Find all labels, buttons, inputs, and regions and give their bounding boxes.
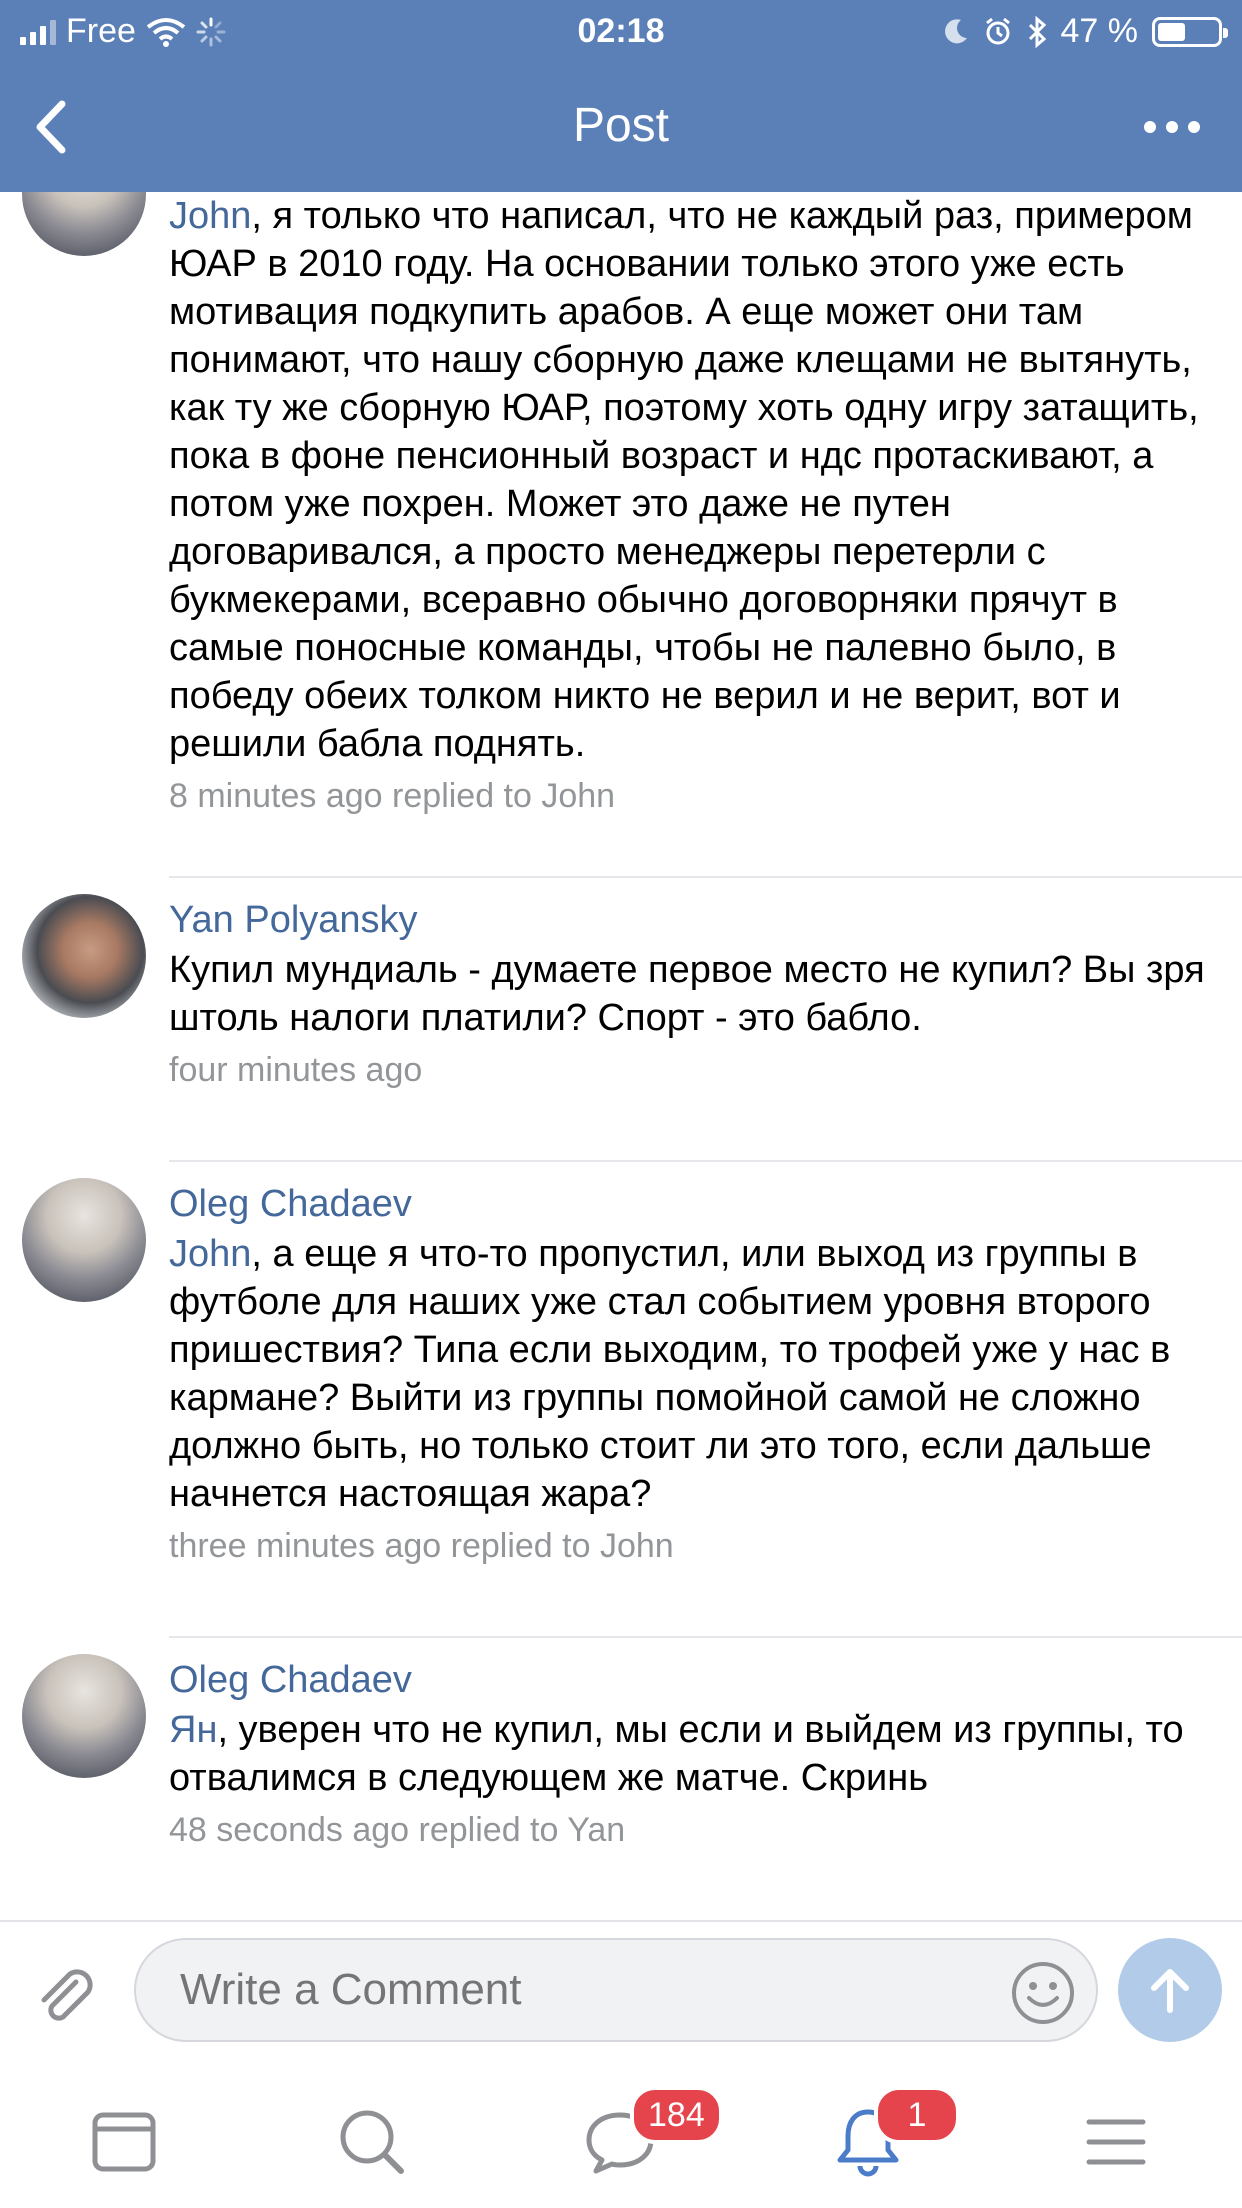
comment-time[interactable]: 8 minutes ago bbox=[169, 777, 383, 815]
emoji-button[interactable] bbox=[1010, 1960, 1076, 2026]
tab-search[interactable] bbox=[322, 2102, 422, 2182]
comment-meta: three minutes ago replied to John bbox=[169, 1522, 1222, 1570]
mention-link[interactable]: John bbox=[169, 195, 251, 237]
attach-button[interactable] bbox=[30, 1960, 100, 2030]
mention-link[interactable]: Ян bbox=[169, 1709, 217, 1751]
tab-bar: 184 1 bbox=[0, 2072, 1242, 2208]
comment-composer bbox=[0, 1922, 1242, 2042]
comment-meta: 8 minutes ago replied to John bbox=[169, 772, 1222, 820]
comment-meta: 48 seconds ago replied to Yan bbox=[169, 1806, 1222, 1854]
smiley-icon bbox=[1012, 1962, 1074, 2024]
comment-reply[interactable]: replied to John bbox=[451, 1527, 674, 1565]
moon-icon bbox=[944, 18, 967, 43]
comment-text: Купил мундиаль - думаете первое место не… bbox=[169, 949, 1205, 1039]
page-title: Post bbox=[572, 99, 670, 152]
comment-body: Oleg Chadaev Ян, уверен что не купил, мы… bbox=[169, 1654, 1222, 1854]
divider bbox=[169, 876, 1242, 878]
comment-author[interactable]: Yan Polyansky bbox=[169, 894, 1222, 946]
avatar[interactable] bbox=[22, 1654, 146, 1778]
comment-time[interactable]: four minutes ago bbox=[169, 1051, 422, 1089]
messages-badge: 184 bbox=[630, 2086, 723, 2144]
divider bbox=[169, 1636, 1242, 1638]
notifications-badge: 1 bbox=[874, 2086, 960, 2144]
avatar[interactable] bbox=[22, 1178, 146, 1302]
arrow-up-icon bbox=[1151, 1969, 1189, 2013]
tab-news[interactable] bbox=[74, 2102, 174, 2182]
battery-fill bbox=[1158, 22, 1185, 41]
avatar[interactable] bbox=[22, 192, 146, 256]
comment-author[interactable]: Oleg Chadaev bbox=[169, 1178, 1222, 1230]
more-dot bbox=[1166, 121, 1178, 133]
comment-text: John, я только что написал, что не кажды… bbox=[169, 195, 1199, 765]
more-dot bbox=[1144, 121, 1156, 133]
comment-body: Yan Polyansky Купил мундиаль - думаете п… bbox=[169, 894, 1222, 1094]
avatar[interactable] bbox=[22, 894, 146, 1018]
alarm-icon bbox=[985, 17, 1010, 44]
comment-reply[interactable]: replied to Yan bbox=[419, 1811, 626, 1849]
comment-reply[interactable]: replied to John bbox=[392, 777, 615, 815]
news-feed-icon bbox=[92, 2112, 156, 2172]
more-dot bbox=[1188, 121, 1200, 133]
mention-link[interactable]: John bbox=[169, 1233, 251, 1275]
status-right: 47 % bbox=[943, 12, 1228, 51]
comment-author[interactable]: Oleg Chadaev bbox=[169, 1654, 1222, 1706]
battery-icon bbox=[1152, 16, 1228, 47]
paperclip-icon bbox=[41, 1969, 93, 2021]
comment-text: Ян, уверен что не купил, мы если и выйде… bbox=[169, 1709, 1184, 1799]
tab-menu[interactable] bbox=[1066, 2102, 1166, 2182]
battery-percent: 47 % bbox=[1060, 12, 1139, 50]
comment-input[interactable] bbox=[134, 1938, 1098, 2042]
comment-text: John, а еще я что-то пропустил, или выхо… bbox=[169, 1233, 1171, 1515]
comment-body: John, я только что написал, что не кажды… bbox=[169, 192, 1222, 820]
bluetooth-icon bbox=[1028, 15, 1046, 48]
comment-body: Oleg Chadaev John, а еще я что-то пропус… bbox=[169, 1178, 1222, 1570]
comments-list: John, я только что написал, что не кажды… bbox=[0, 192, 1242, 1920]
nav-bar: Post bbox=[0, 62, 1242, 192]
send-button[interactable] bbox=[1118, 1938, 1222, 2042]
search-icon bbox=[340, 2110, 404, 2174]
hamburger-menu-icon bbox=[1086, 2119, 1146, 2165]
comment-time[interactable]: three minutes ago bbox=[169, 1527, 441, 1565]
more-button[interactable] bbox=[1132, 102, 1212, 152]
divider bbox=[169, 1160, 1242, 1162]
comment-meta: four minutes ago bbox=[169, 1046, 1222, 1094]
app-header: Free 02:18 47 % Post bbox=[0, 0, 1242, 192]
status-bar: Free 02:18 47 % bbox=[0, 0, 1242, 62]
comment-time[interactable]: 48 seconds ago bbox=[169, 1811, 409, 1849]
